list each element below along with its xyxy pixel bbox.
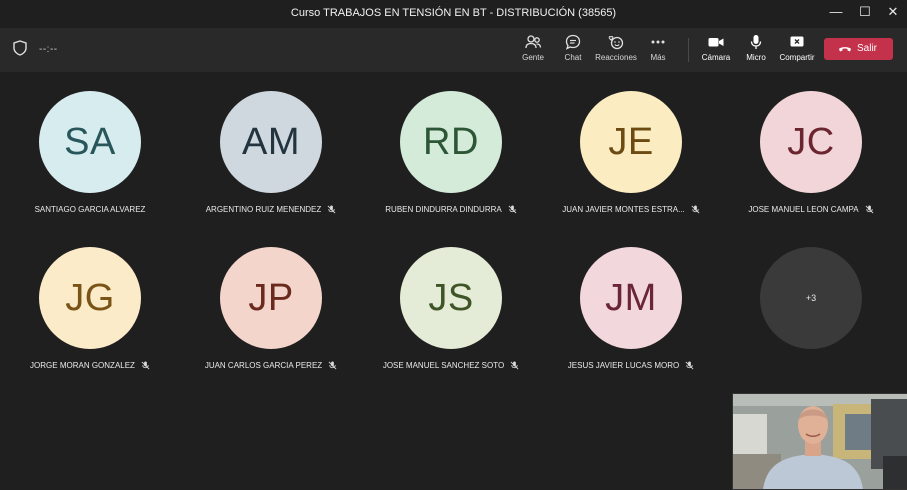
- shield-icon[interactable]: [13, 40, 27, 61]
- more-button[interactable]: Más: [636, 34, 680, 62]
- participant-name: ARGENTINO RUIZ MENENDEZ: [205, 205, 322, 214]
- hang-up-icon: [839, 47, 851, 52]
- avatar: JC: [760, 91, 862, 193]
- minimize-button[interactable]: —: [826, 4, 846, 22]
- reactions-label: Reacciones: [595, 53, 637, 62]
- share-icon: [790, 36, 804, 47]
- mic-muted-icon: [508, 205, 517, 214]
- participant-tile[interactable]: AM ARGENTINO RUIZ MENENDEZ: [181, 91, 361, 214]
- participant-tile[interactable]: JP JUAN CARLOS GARCIA PEREZ: [181, 247, 361, 370]
- overflow-count: +3: [760, 247, 862, 349]
- avatar: SA: [39, 91, 141, 193]
- meeting-toolbar: --:-- Gente Chat Reacciones Más Cámara M…: [0, 28, 907, 72]
- self-video-preview[interactable]: [732, 393, 907, 490]
- overflow-participants-tile[interactable]: +3: [721, 247, 901, 349]
- mic-muted-icon: [685, 361, 694, 370]
- participant-name: JOSE MANUEL SANCHEZ SOTO: [382, 361, 505, 370]
- maximize-button[interactable]: ☐: [855, 4, 875, 22]
- mic-muted-icon: [691, 205, 700, 214]
- participant-name: JORGE MORAN GONZALEZ: [30, 361, 135, 370]
- participant-name: JOSE MANUEL LEON CAMPA: [748, 205, 859, 214]
- camera-button[interactable]: Cámara: [694, 34, 738, 62]
- avatar: JG: [39, 247, 141, 349]
- participant-tile[interactable]: JM JESUS JAVIER LUCAS MORO: [541, 247, 721, 370]
- share-button[interactable]: Compartir: [775, 34, 819, 62]
- leave-label: Salir: [857, 43, 878, 54]
- camera-label: Cámara: [701, 53, 731, 62]
- chat-button[interactable]: Chat: [551, 34, 595, 62]
- people-button[interactable]: Gente: [511, 34, 555, 62]
- close-window-button[interactable]: ✕: [883, 4, 903, 22]
- avatar: JS: [400, 247, 502, 349]
- meeting-timer: --:--: [39, 44, 58, 55]
- avatar: JP: [220, 247, 322, 349]
- camera-icon: [708, 38, 724, 47]
- self-video-image: [733, 394, 907, 489]
- chat-label: Chat: [564, 53, 582, 62]
- participant-name: JUAN CARLOS GARCIA PEREZ: [204, 361, 323, 370]
- participant-name: JUAN JAVIER MONTES ESTRA...: [562, 205, 685, 214]
- reactions-button[interactable]: Reacciones: [594, 34, 638, 62]
- window-title: Curso TRABAJOS EN TENSIÓN EN BT - DISTRI…: [290, 7, 617, 19]
- title-bar: Curso TRABAJOS EN TENSIÓN EN BT - DISTRI…: [0, 0, 907, 28]
- more-icon: [651, 40, 665, 44]
- people-label: Gente: [522, 53, 544, 62]
- mic-muted-icon: [865, 205, 874, 214]
- more-label: Más: [650, 53, 666, 62]
- participant-tile[interactable]: JG JORGE MORAN GONZALEZ: [0, 247, 180, 370]
- participant-tile[interactable]: JE JUAN JAVIER MONTES ESTRA...: [541, 91, 721, 214]
- mic-label: Micro: [746, 53, 766, 62]
- participant-name: RUBEN DINDURRA DINDURRA: [385, 205, 502, 214]
- chat-icon: [565, 34, 581, 50]
- avatar: AM: [220, 91, 322, 193]
- participant-tile[interactable]: JS JOSE MANUEL SANCHEZ SOTO: [361, 247, 541, 370]
- avatar: RD: [400, 91, 502, 193]
- microphone-icon: [750, 35, 762, 49]
- people-icon: [525, 35, 542, 49]
- reactions-icon: [608, 36, 624, 50]
- mic-muted-icon: [328, 361, 337, 370]
- participant-tile[interactable]: RD RUBEN DINDURRA DINDURRA: [361, 91, 541, 214]
- avatar: JM: [580, 247, 682, 349]
- participant-tile[interactable]: JC JOSE MANUEL LEON CAMPA: [721, 91, 901, 214]
- leave-button[interactable]: Salir: [824, 38, 893, 60]
- mic-muted-icon: [510, 361, 519, 370]
- mic-muted-icon: [141, 361, 150, 370]
- toolbar-divider: [688, 38, 689, 62]
- avatar: JE: [580, 91, 682, 193]
- participant-name: JESUS JAVIER LUCAS MORO: [567, 361, 680, 370]
- mic-muted-icon: [327, 205, 336, 214]
- participant-tile[interactable]: SA SANTIAGO GARCIA ALVAREZ: [0, 91, 180, 214]
- share-label: Compartir: [779, 53, 815, 62]
- participant-name: SANTIAGO GARCIA ALVAREZ: [34, 205, 146, 214]
- mic-button[interactable]: Micro: [734, 34, 778, 62]
